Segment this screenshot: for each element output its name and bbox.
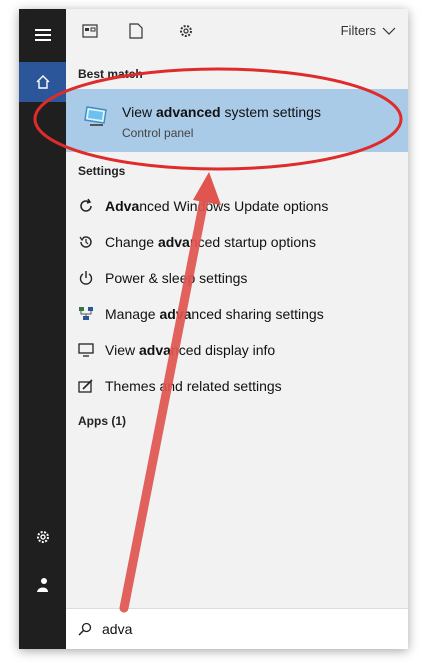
network-sharing-icon — [79, 307, 93, 320]
document-icon — [129, 23, 143, 39]
title-part: View — [122, 104, 156, 120]
power-icon — [79, 271, 93, 285]
settings-filter-button[interactable] — [176, 21, 196, 41]
display-icon — [78, 343, 94, 357]
left-rail — [19, 9, 66, 649]
settings-result-item[interactable]: Advanced Windows Update options — [66, 189, 408, 223]
label-part: Change — [105, 234, 158, 250]
label-match: adva — [159, 306, 192, 322]
label-part: nced display info — [170, 342, 276, 358]
apps-filter-button[interactable] — [80, 21, 100, 41]
settings-result-item[interactable]: View advanced display info — [66, 333, 408, 367]
refresh-icon — [80, 198, 92, 212]
documents-filter-button[interactable] — [126, 21, 146, 41]
chevron-down-icon — [382, 27, 396, 35]
best-match-result[interactable]: View advanced system settings Control pa… — [66, 89, 408, 152]
home-icon — [36, 75, 49, 89]
settings-result-item[interactable]: Themes and related settings — [66, 369, 408, 403]
gear-icon — [180, 25, 192, 37]
themes-icon — [78, 379, 93, 393]
settings-result-label: Manage advanced sharing settings — [105, 306, 324, 322]
settings-result-label: Advanced Windows Update options — [105, 198, 328, 214]
start-search-window: Filters Best match View advanced system … — [19, 9, 408, 649]
settings-result-label: Themes and related settings — [105, 378, 282, 394]
settings-button[interactable] — [19, 517, 66, 557]
label-match: adva — [157, 234, 190, 250]
label-part: View — [105, 342, 139, 358]
history-icon — [79, 236, 92, 248]
filters-label: Filters — [340, 23, 376, 38]
settings-heading: Settings — [78, 164, 126, 178]
label-part: nced startup options — [189, 234, 316, 250]
user-icon — [36, 578, 48, 592]
label-part: nced sharing settings — [191, 306, 324, 322]
settings-result-label: Change advanced startup options — [105, 234, 316, 250]
apps-heading: Apps (1) — [78, 414, 126, 428]
hamburger-menu-button[interactable] — [19, 15, 66, 55]
label-part: nced Windows Update options — [139, 198, 329, 214]
settings-result-label: Power & sleep settings — [105, 270, 247, 286]
label-match: Adva — [105, 198, 140, 214]
best-match-heading: Best match — [78, 67, 143, 81]
search-box[interactable] — [66, 608, 408, 649]
hamburger-icon — [34, 29, 51, 41]
apps-grid-icon — [82, 24, 98, 38]
settings-result-label: View advanced display info — [105, 342, 275, 358]
gear-icon — [36, 531, 49, 543]
results-panel: Filters Best match View advanced system … — [66, 9, 408, 649]
search-input[interactable] — [100, 620, 364, 638]
label-part: Manage — [105, 306, 160, 322]
settings-result-item[interactable]: Manage advanced sharing settings — [66, 297, 408, 331]
settings-result-item[interactable]: Change advanced startup options — [66, 225, 408, 259]
user-button[interactable] — [19, 565, 66, 605]
home-button[interactable] — [19, 62, 66, 102]
toolbar: Filters — [66, 9, 408, 53]
best-match-subtitle: Control panel — [122, 126, 194, 140]
system-settings-icon — [84, 106, 107, 126]
label-part: Themes and related settings — [105, 378, 282, 394]
settings-result-item[interactable]: Power & sleep settings — [66, 261, 408, 295]
search-icon — [78, 622, 92, 636]
filters-dropdown[interactable]: Filters — [341, 23, 396, 38]
best-match-title: View advanced system settings — [122, 104, 321, 120]
label-part: Power & sleep settings — [105, 270, 248, 286]
title-part: system settings — [220, 104, 321, 120]
label-match: adva — [138, 342, 171, 358]
title-match: advanced — [155, 104, 221, 120]
